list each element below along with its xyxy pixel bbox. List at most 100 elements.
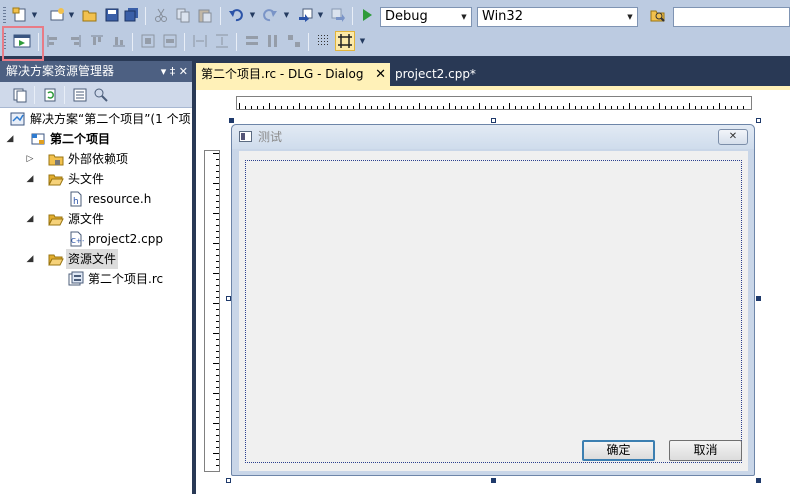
align-tops-icon[interactable] — [87, 31, 107, 51]
ruler-tick — [213, 333, 219, 334]
paste-icon[interactable] — [195, 5, 215, 25]
header-file-icon: h — [68, 191, 84, 207]
add-item-icon[interactable] — [47, 5, 67, 25]
ruler-tick — [371, 106, 372, 109]
toolbar-grip[interactable] — [3, 7, 6, 25]
tab-rc-dialog[interactable]: 第二个项目.rc - DLG - Dialog ✕ — [196, 63, 390, 86]
dialog-client-area[interactable]: 确定 取消 — [239, 151, 748, 471]
tree-item-resource-h[interactable]: h resource.h — [0, 189, 192, 209]
ruler-tick — [671, 106, 672, 109]
class-diagram-icon[interactable] — [91, 85, 111, 105]
tree-item-rc-file[interactable]: 第二个项目.rc — [0, 269, 192, 289]
chevron-down-icon[interactable]: ▼ — [67, 5, 76, 25]
start-debugging-icon[interactable] — [357, 5, 377, 25]
save-icon[interactable] — [102, 5, 122, 25]
tree-item-label: 第二个项目.rc — [88, 272, 164, 286]
expander-collapsed-icon[interactable]: ▷ — [24, 149, 36, 169]
chevron-down-icon[interactable]: ▼ — [316, 5, 325, 25]
toolbar-separator — [220, 7, 221, 25]
dialog-titlebar[interactable]: 测试 ✕ — [232, 125, 754, 149]
align-bottoms-icon[interactable] — [109, 31, 129, 51]
selection-handle[interactable] — [491, 478, 496, 483]
save-all-icon[interactable] — [122, 5, 142, 25]
space-across-icon[interactable] — [190, 31, 210, 51]
expander-expanded-icon[interactable]: ◢ — [4, 129, 16, 149]
toolbar-separator — [64, 86, 65, 104]
selection-handle[interactable] — [226, 478, 231, 483]
selection-handle[interactable] — [756, 118, 761, 123]
chevron-down-icon[interactable]: ▼ — [30, 5, 39, 25]
ruler-tick — [695, 106, 696, 109]
ruler-tick — [605, 106, 606, 109]
toggle-grid-icon[interactable] — [314, 31, 334, 51]
align-lefts-icon[interactable] — [43, 31, 63, 51]
ruler-tick — [731, 106, 732, 109]
horizontal-ruler[interactable] — [236, 96, 752, 110]
dialog-template[interactable]: 测试 ✕ 确定 取消 — [231, 124, 755, 476]
ruler-tick — [557, 106, 558, 109]
solution-platform-select[interactable]: Win32 ▼ — [477, 7, 638, 27]
ruler-tick — [257, 106, 258, 109]
selection-handle[interactable] — [756, 478, 761, 483]
ruler-tick — [216, 309, 219, 310]
vertical-ruler[interactable] — [204, 150, 220, 472]
tree-item-project2-cpp[interactable]: C++ project2.cpp — [0, 229, 192, 249]
refresh-icon[interactable] — [40, 85, 60, 105]
make-same-size-icon[interactable] — [284, 31, 304, 51]
properties-icon[interactable] — [70, 85, 90, 105]
find-in-files-icon[interactable] — [648, 5, 668, 25]
tree-item-external-dependencies[interactable]: ▷ 外部依赖项 — [0, 149, 192, 169]
ruler-tick — [216, 279, 219, 280]
center-horizontal-icon[interactable] — [160, 31, 180, 51]
make-same-height-icon[interactable] — [263, 31, 283, 51]
cancel-button[interactable]: 取消 — [669, 440, 742, 461]
selection-handle[interactable] — [756, 296, 761, 301]
show-all-files-icon[interactable] — [10, 85, 30, 105]
align-rights-icon[interactable] — [65, 31, 85, 51]
selection-handle[interactable] — [229, 118, 234, 123]
ruler-tick — [213, 393, 219, 394]
toolbar-separator — [352, 7, 353, 25]
cut-icon[interactable] — [151, 5, 171, 25]
expander-expanded-icon[interactable]: ◢ — [24, 169, 36, 189]
chevron-down-icon[interactable]: ▼ — [457, 8, 471, 26]
panel-window-controls[interactable]: ▾ ‡ ✕ — [161, 61, 188, 82]
tab-project2-cpp[interactable]: project2.cpp* — [390, 63, 490, 86]
close-icon[interactable]: ✕ — [375, 63, 386, 86]
center-vertical-icon[interactable] — [138, 31, 158, 51]
tree-item-source-files[interactable]: ◢ 源文件 — [0, 209, 192, 229]
chevron-down-icon[interactable]: ▼ — [623, 8, 637, 26]
tree-item-resource-files[interactable]: ◢ 资源文件 — [0, 249, 192, 269]
ruler-tick — [245, 106, 246, 109]
rc-file-icon — [68, 271, 84, 287]
tree-item-header-files[interactable]: ◢ 头文件 — [0, 169, 192, 189]
toggle-guides-icon[interactable] — [335, 31, 355, 51]
open-file-icon[interactable] — [80, 5, 100, 25]
copy-icon[interactable] — [173, 5, 193, 25]
chevron-down-icon[interactable]: ▼ — [282, 5, 291, 25]
ruler-tick — [365, 106, 366, 109]
undo-icon[interactable] — [226, 5, 246, 25]
dialog-close-button[interactable]: ✕ — [718, 129, 748, 145]
selection-handle[interactable] — [491, 118, 496, 123]
expander-expanded-icon[interactable]: ◢ — [24, 249, 36, 269]
expander-expanded-icon[interactable]: ◢ — [24, 209, 36, 229]
ruler-tick — [665, 106, 666, 109]
new-project-icon[interactable] — [10, 5, 30, 25]
solution-config-select[interactable]: Debug ▼ — [380, 7, 472, 27]
tree-item-solution[interactable]: 解决方案“第二个项目”(1 个项 — [0, 109, 192, 129]
ruler-tick — [216, 399, 219, 400]
ruler-tick — [216, 189, 219, 190]
redo-icon[interactable] — [260, 5, 280, 25]
ruler-tick — [213, 243, 219, 244]
find-input[interactable] — [673, 7, 790, 27]
chevron-down-icon[interactable]: ▼ — [248, 5, 257, 25]
chevron-down-icon[interactable]: ▼ — [358, 31, 367, 51]
make-same-width-icon[interactable] — [242, 31, 262, 51]
space-down-icon[interactable] — [212, 31, 232, 51]
ok-button[interactable]: 确定 — [582, 440, 655, 461]
navigate-forward-icon[interactable] — [328, 5, 348, 25]
navigate-backward-icon[interactable] — [296, 5, 316, 25]
ruler-tick — [213, 213, 219, 214]
tree-item-project[interactable]: ◢ 第二个项目 — [0, 129, 192, 149]
